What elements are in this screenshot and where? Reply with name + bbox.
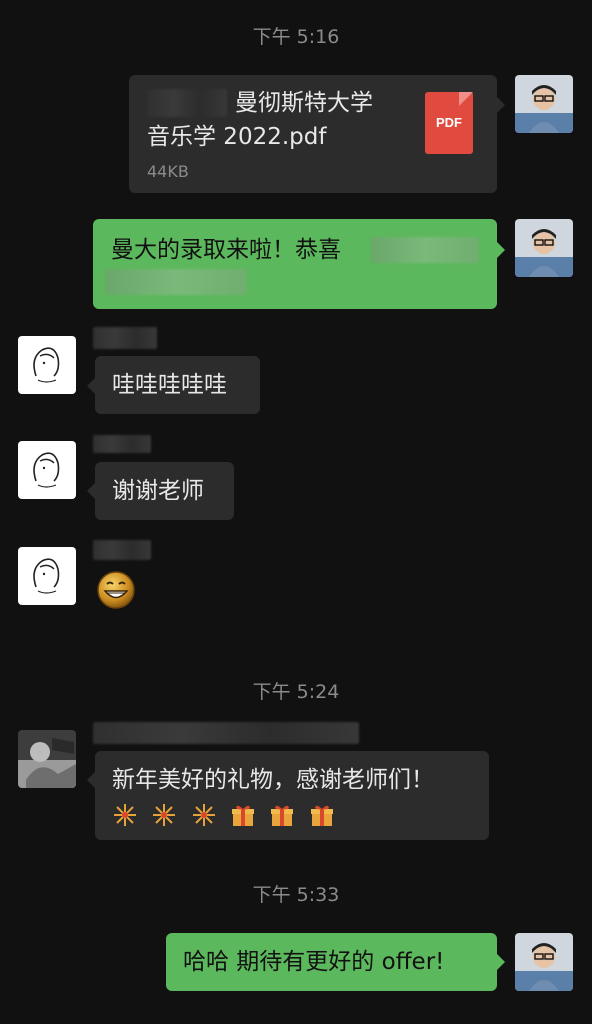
redacted-sender-name (93, 327, 157, 349)
redacted-sender-name (93, 540, 151, 560)
fireworks-icon (151, 802, 177, 828)
message-text: 哇哇哇哇哇 (112, 372, 227, 398)
timestamp: 下午 5:16 (252, 26, 340, 48)
message-text: 哈哈 期待有更好的 offer! (183, 949, 445, 975)
avatar-self[interactable] (515, 219, 573, 277)
bubble-tail (497, 954, 505, 970)
message-bubble-self[interactable]: 哈哈 期待有更好的 offer! (166, 933, 497, 991)
avatar-self[interactable] (515, 933, 573, 991)
redacted-sender-name (93, 722, 359, 744)
bubble-tail (497, 242, 505, 258)
bubble-tail (497, 97, 505, 113)
file-name-line2: 音乐学 2022.pdf (147, 124, 327, 150)
timestamp: 下午 5:33 (252, 884, 340, 906)
redacted-sender-name (93, 435, 151, 453)
avatar-contact-2[interactable] (18, 730, 76, 788)
avatar-contact[interactable] (18, 336, 76, 394)
gift-icon (269, 802, 295, 828)
bubble-tail (87, 378, 95, 394)
message-bubble-contact[interactable]: 谢谢老师 (95, 462, 234, 520)
redacted-text (371, 237, 479, 263)
redacted-text (147, 89, 227, 117)
avatar-self[interactable] (515, 75, 573, 133)
file-size: 44KB (147, 162, 189, 181)
file-message[interactable]: 曼彻斯特大学 音乐学 2022.pdf 44KB PDF (129, 75, 497, 193)
message-text: 曼大的录取来啦！恭喜 (111, 237, 341, 263)
gift-icon (230, 802, 256, 828)
message-bubble-contact[interactable]: 哇哇哇哇哇 (95, 356, 260, 414)
redacted-text (105, 269, 247, 295)
pdf-icon-label: PDF (436, 115, 462, 130)
bubble-tail (87, 483, 95, 499)
gift-icon (309, 802, 335, 828)
message-bubble-contact[interactable]: 新年美好的礼物，感谢老师们！ (95, 751, 489, 840)
fireworks-icon (112, 802, 138, 828)
message-text: 谢谢老师 (112, 478, 204, 504)
timestamp: 下午 5:24 (252, 681, 340, 703)
message-text: 新年美好的礼物，感谢老师们！ (112, 767, 434, 793)
file-name-line1: 曼彻斯特大学 (235, 90, 373, 116)
message-bubble-self[interactable]: 曼大的录取来啦！恭喜 (93, 219, 497, 309)
emoji-row (112, 797, 341, 827)
bubble-tail (87, 772, 95, 788)
pdf-file-icon: PDF (425, 92, 473, 154)
grinning-face-emoji[interactable] (96, 570, 136, 610)
avatar-contact[interactable] (18, 547, 76, 605)
avatar-contact[interactable] (18, 441, 76, 499)
fireworks-icon (191, 802, 217, 828)
